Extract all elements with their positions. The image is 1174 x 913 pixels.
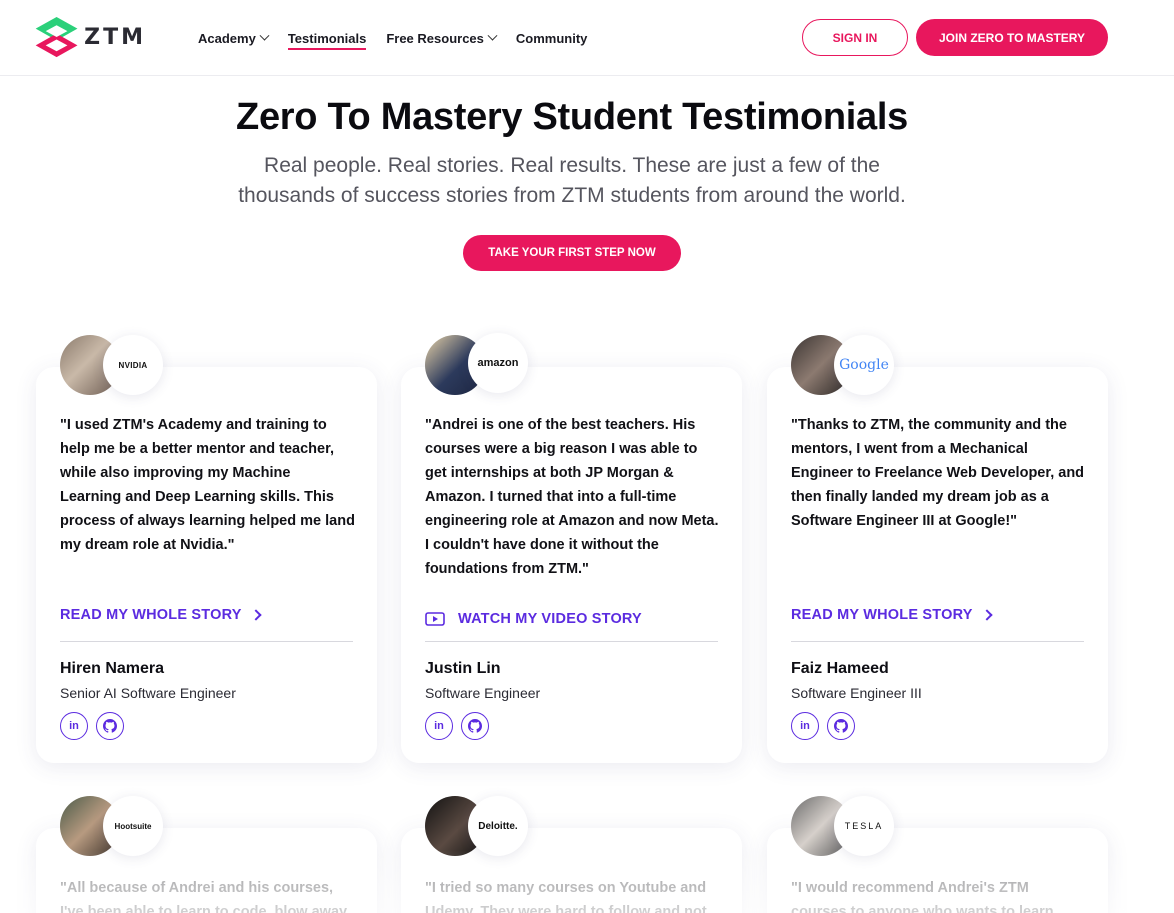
company-logo: Hootsuite	[103, 796, 163, 856]
ztm-logo-icon	[35, 16, 78, 58]
testimonial-quote: "I tried so many courses on Youtube and …	[425, 880, 707, 913]
github-icon-glyph	[103, 719, 117, 733]
linkedin-icon[interactable]: in	[425, 712, 453, 740]
linkedin-icon[interactable]: in	[60, 712, 88, 740]
student-role: Software Engineer	[425, 685, 541, 701]
github-icon-glyph	[834, 719, 848, 733]
social-links: in	[60, 712, 124, 740]
join-button[interactable]: JOIN ZERO TO MASTERY	[916, 19, 1108, 56]
divider	[60, 641, 353, 642]
testimonial-quote: "All because of Andrei and his courses, …	[60, 880, 348, 913]
read-story-link[interactable]: READ MY WHOLE STORY	[60, 607, 262, 623]
student-role: Software Engineer III	[791, 685, 922, 701]
social-links: in	[791, 712, 855, 740]
nav-academy-label: Academy	[198, 30, 256, 46]
social-links: in	[425, 712, 489, 740]
company-logo: TESLA	[834, 796, 894, 856]
testimonial-card: "Thanks to ZTM, the community and the me…	[767, 367, 1108, 763]
subtitle-line-1: Real people. Real stories. Real results.…	[264, 154, 880, 177]
student-role: Senior AI Software Engineer	[60, 685, 236, 701]
logo-text: ZTM	[84, 24, 146, 50]
testimonial-quote: "Thanks to ZTM, the community and the me…	[791, 417, 1085, 529]
chevron-down-icon	[259, 30, 270, 41]
divider	[791, 641, 1084, 642]
testimonial-quote: "Andrei is one of the best teachers. His…	[425, 417, 719, 577]
ztm-logo[interactable]: ZTM	[34, 11, 146, 63]
github-icon[interactable]	[827, 712, 855, 740]
company-logo: NVIDIA	[103, 335, 163, 395]
linkedin-icon[interactable]: in	[791, 712, 819, 740]
play-icon	[425, 612, 445, 626]
company-logo-text: NVIDIA	[118, 360, 148, 370]
page-title: Zero To Mastery Student Testimonials	[236, 96, 908, 138]
company-logo: Google	[834, 335, 894, 395]
chevron-right-icon	[249, 609, 262, 621]
nav-academy[interactable]: Academy	[198, 0, 270, 76]
student-name: Justin Lin	[425, 660, 501, 677]
chevron-down-icon	[487, 30, 498, 41]
nav-community-label: Community	[515, 30, 588, 46]
watch-video-link[interactable]: WATCH MY VIDEO STORY	[425, 611, 642, 627]
github-icon[interactable]	[96, 712, 124, 740]
main-nav: Academy Testimonials Free Resources Comm…	[198, 0, 607, 76]
subtitle-line-2: thousands of success stories from ZTM st…	[238, 184, 906, 207]
site-header: ZTM Academy Testimonials Free Resources …	[0, 0, 1174, 76]
student-name: Faiz Hameed	[791, 660, 889, 677]
testimonial-quote: "I used ZTM's Academy and training to he…	[60, 417, 355, 553]
sign-in-button[interactable]: SIGN IN	[802, 19, 908, 56]
read-story-label: READ MY WHOLE STORY	[60, 607, 242, 623]
company-logo-text: Deloitte.	[478, 820, 518, 832]
nav-free-resources[interactable]: Free Resources	[386, 0, 498, 76]
company-logo-text: Google	[839, 357, 889, 373]
github-icon-glyph	[468, 719, 482, 733]
company-logo-text: TESLA	[844, 821, 884, 831]
chevron-right-icon	[980, 609, 993, 621]
divider	[425, 641, 718, 642]
nav-community[interactable]: Community	[516, 0, 588, 76]
nav-testimonials-label: Testimonials	[287, 30, 367, 46]
company-logo-text: amazon	[477, 357, 519, 369]
watch-video-label: WATCH MY VIDEO STORY	[458, 611, 642, 627]
read-story-link[interactable]: READ MY WHOLE STORY	[791, 607, 993, 623]
testimonial-quote: "I would recommend Andrei's ZTM courses …	[791, 880, 1054, 913]
github-icon[interactable]	[461, 712, 489, 740]
testimonial-card: "Andrei is one of the best teachers. His…	[401, 367, 742, 763]
testimonial-card: "I used ZTM's Academy and training to he…	[36, 367, 377, 763]
company-logo: amazon	[468, 333, 528, 393]
company-logo: Deloitte.	[468, 796, 528, 856]
company-logo-text: Hootsuite	[114, 821, 152, 831]
read-story-label: READ MY WHOLE STORY	[791, 607, 973, 623]
student-name: Hiren Namera	[60, 660, 165, 677]
nav-testimonials[interactable]: Testimonials	[287, 0, 367, 76]
cta-button[interactable]: TAKE YOUR FIRST STEP NOW	[463, 235, 681, 271]
page-subtitle: Real people. Real stories. Real results.…	[212, 151, 932, 211]
nav-free-resources-label: Free Resources	[386, 30, 484, 46]
